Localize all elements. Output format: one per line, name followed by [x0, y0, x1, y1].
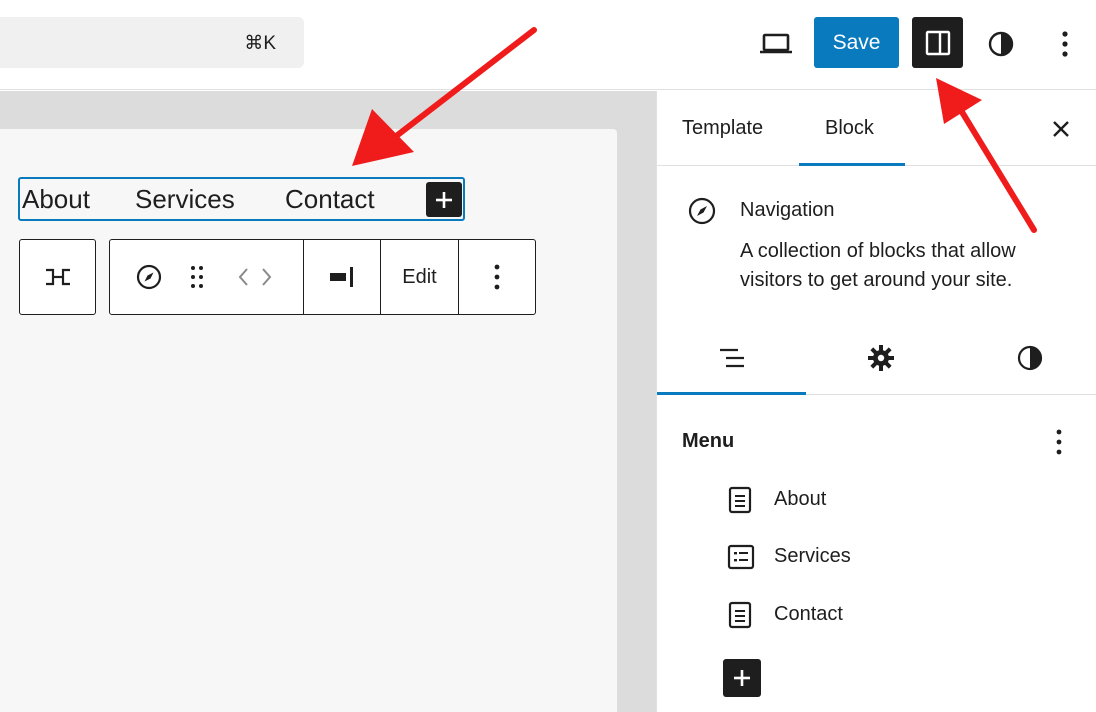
menu-item-label: About	[774, 488, 827, 510]
active-subtab-indicator	[657, 392, 806, 395]
nav-link-about[interactable]: About	[22, 184, 90, 215]
block-card-title: Navigation	[740, 199, 835, 221]
block-inspector-tabs	[657, 321, 1096, 395]
menu-item-services[interactable]: Services	[727, 541, 1027, 573]
menu-options-button[interactable]	[1049, 427, 1069, 457]
tab-block[interactable]: Block	[825, 117, 874, 140]
plus-icon	[436, 191, 452, 208]
canvas-page: About Services Contact Edit	[0, 129, 617, 712]
vertical-ellipsis-icon	[494, 264, 500, 290]
menu-heading: Menu	[682, 430, 735, 452]
plus-icon	[734, 670, 750, 686]
block-type-button[interactable]	[126, 240, 172, 314]
settings-sidebar: Template Block Navigation A collection o…	[656, 91, 1096, 712]
block-card-description: A collection of blocks that allow visito…	[740, 240, 1016, 291]
tab-template[interactable]: Template	[682, 117, 763, 140]
justification-button[interactable]	[304, 240, 380, 314]
block-toolbar: Edit	[109, 239, 536, 315]
close-icon	[1053, 121, 1069, 137]
tab-styles[interactable]	[1010, 341, 1050, 375]
gear-icon	[868, 345, 894, 371]
block-options-button[interactable]	[459, 240, 535, 314]
editor-top-bar: ⌘K Save	[0, 0, 1096, 90]
editor-options-button[interactable]	[1050, 25, 1080, 63]
select-parent-button[interactable]	[19, 239, 96, 315]
tab-list-view[interactable]	[712, 341, 752, 375]
styles-button[interactable]	[982, 25, 1020, 63]
edit-button[interactable]: Edit	[381, 240, 458, 314]
vertical-ellipsis-icon	[1062, 31, 1068, 57]
drag-dots-icon	[191, 266, 203, 288]
drag-handle[interactable]	[180, 240, 214, 314]
tab-settings[interactable]	[861, 341, 901, 375]
command-palette-button[interactable]: ⌘K	[0, 17, 304, 68]
chevron-left-right-icon	[238, 268, 272, 286]
sidebar-panel-icon	[925, 30, 950, 55]
active-tab-indicator	[799, 163, 905, 166]
half-circle-icon	[988, 31, 1014, 57]
laptop-icon	[760, 33, 792, 54]
add-nav-item-button[interactable]	[426, 182, 462, 217]
move-left-right-buttons[interactable]	[230, 240, 280, 314]
page-icon	[728, 601, 752, 629]
list-page-icon	[727, 544, 755, 570]
nav-link-services[interactable]: Services	[135, 184, 235, 215]
justify-right-icon	[330, 267, 353, 287]
save-button[interactable]: Save	[814, 17, 899, 68]
menu-item-contact[interactable]: Contact	[727, 599, 1027, 631]
list-view-icon	[720, 348, 744, 368]
sidebar-tabs: Template Block	[657, 91, 1096, 166]
compass-icon	[688, 197, 716, 225]
menu-item-label: Contact	[774, 603, 843, 625]
page-icon	[728, 486, 752, 514]
compass-icon	[136, 264, 162, 290]
close-sidebar-button[interactable]	[1047, 115, 1075, 143]
settings-sidebar-toggle[interactable]	[912, 17, 963, 68]
editor-canvas: About Services Contact Edit	[0, 91, 656, 712]
nav-link-contact[interactable]: Contact	[285, 184, 375, 215]
edit-button-label: Edit	[402, 265, 437, 288]
device-preview-button[interactable]	[755, 27, 797, 61]
vertical-ellipsis-icon	[1056, 429, 1062, 455]
navigation-block[interactable]: About Services Contact	[18, 177, 465, 221]
menu-item-about[interactable]: About	[727, 484, 1027, 516]
add-menu-item-button[interactable]	[723, 659, 761, 697]
editor-screen: ⌘K Save About Services Contact Edit Temp…	[0, 0, 1096, 712]
menu-item-label: Services	[774, 545, 851, 567]
command-shortcut-label: ⌘K	[244, 33, 276, 54]
half-circle-icon	[1017, 345, 1043, 371]
parent-block-icon	[45, 268, 70, 286]
